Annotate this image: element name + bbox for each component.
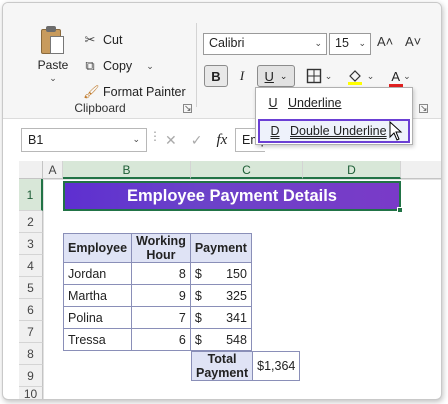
menu-item-label: Double Underline: [290, 124, 387, 138]
decrease-font-size-button[interactable]: A˅: [405, 34, 421, 49]
total-table: Total Payment $1,364: [190, 351, 301, 381]
cancel-icon[interactable]: ✕: [165, 132, 177, 149]
select-all-corner[interactable]: [19, 161, 43, 179]
payment-table: Employee Working Hour Payment Jordan 8 $…: [62, 233, 252, 351]
font-size-select[interactable]: 15 ⌄: [329, 33, 371, 55]
total-value-cell[interactable]: $1,364: [252, 351, 301, 381]
row-header-10[interactable]: 10: [19, 387, 43, 399]
mouse-pointer-icon: [389, 121, 403, 141]
employee-cell[interactable]: Jordan: [62, 262, 133, 285]
table-row: Tressa 6 $548: [62, 328, 252, 351]
chevron-down-icon[interactable]: ⌄: [33, 73, 73, 84]
row-header-8[interactable]: 8: [19, 343, 43, 365]
enter-icon[interactable]: ✓: [191, 132, 203, 149]
column-header-d[interactable]: D: [303, 161, 401, 179]
insert-function-button[interactable]: fx: [216, 132, 227, 149]
dialog-launcher-icon[interactable]: ↘: [419, 104, 428, 113]
copy-button[interactable]: ⧉ Copy ⌄: [83, 53, 186, 79]
row-header-3[interactable]: 3: [19, 233, 43, 255]
formula-buttons: ✕ ✓ fx: [159, 128, 231, 152]
table-row: Jordan 8 $150: [62, 262, 252, 285]
name-box-value: B1: [28, 133, 44, 147]
borders-button[interactable]: ⌄: [303, 65, 335, 87]
increase-font-size-button[interactable]: A˄: [377, 34, 393, 49]
cut-button[interactable]: ✂ Cut: [83, 27, 186, 53]
hours-cell[interactable]: 8: [131, 262, 191, 285]
column-header-c[interactable]: C: [191, 161, 303, 179]
clipboard-commands: ✂ Cut ⧉ Copy ⌄ 🖌 Format Painter: [83, 27, 186, 105]
payment-cell[interactable]: $341: [189, 306, 252, 329]
paste-icon: [40, 25, 66, 55]
chevron-down-icon[interactable]: ⌄: [367, 71, 375, 82]
title-cell[interactable]: Employee Payment Details: [63, 181, 401, 211]
borders-icon: [306, 68, 321, 84]
cut-label: Cut: [103, 33, 123, 47]
underline-icon: U: [264, 68, 274, 84]
row-header-4[interactable]: 4: [19, 255, 43, 277]
paste-button[interactable]: Paste ⌄: [33, 25, 73, 84]
group-divider: [196, 23, 197, 107]
copy-icon: ⧉: [85, 58, 95, 73]
clipboard-group-label: Clipboard: [74, 101, 126, 115]
row-header-2[interactable]: 2: [19, 211, 43, 233]
font-color-button[interactable]: A ⌄: [385, 65, 417, 87]
menu-item-underline[interactable]: U Underline: [258, 91, 410, 115]
chevron-down-icon[interactable]: ⌄: [325, 71, 333, 82]
font-name-value: Calibri: [209, 36, 245, 50]
excel-window: Paste ⌄ ✂ Cut ⧉ Copy ⌄ 🖌 Format Painter …: [2, 2, 442, 400]
column-header-b[interactable]: B: [63, 161, 191, 179]
double-underline-icon: D: [270, 124, 280, 138]
row-header-5[interactable]: 5: [19, 277, 43, 299]
fill-bucket-icon: [347, 70, 362, 85]
bold-button[interactable]: B: [204, 65, 228, 87]
chevron-down-icon: ⌄: [314, 38, 322, 48]
header-payment[interactable]: Payment: [189, 233, 252, 263]
total-row: Total Payment $1,364: [190, 351, 301, 381]
header-employee[interactable]: Employee: [62, 233, 133, 263]
chevron-down-icon: ⌄: [132, 134, 140, 144]
table-header-row: Employee Working Hour Payment: [62, 233, 252, 263]
fill-color-button[interactable]: ⌄: [345, 65, 375, 87]
dialog-launcher-icon[interactable]: ↘: [183, 104, 192, 113]
column-header-a[interactable]: A: [43, 161, 63, 179]
employee-cell[interactable]: Tressa: [62, 328, 133, 351]
row-header-7[interactable]: 7: [19, 321, 43, 343]
payment-cell[interactable]: $150: [189, 262, 252, 285]
chevron-down-icon[interactable]: ⌄: [403, 71, 411, 82]
menu-item-double-underline[interactable]: D Double Underline: [258, 119, 410, 143]
name-box[interactable]: B1 ⌄: [21, 128, 147, 152]
row-header-6[interactable]: 6: [19, 299, 43, 321]
italic-button[interactable]: I: [233, 65, 251, 87]
employee-cell[interactable]: Polina: [62, 306, 133, 329]
column-header-next[interactable]: [401, 161, 441, 179]
menu-item-label: Underline: [288, 96, 342, 110]
chevron-down-icon[interactable]: ⌄: [280, 71, 288, 82]
row-header-1[interactable]: 1: [19, 179, 43, 211]
row-header-9[interactable]: 9: [19, 365, 43, 387]
total-label-cell[interactable]: Total Payment: [190, 351, 254, 381]
payment-cell[interactable]: $325: [189, 284, 252, 307]
chevron-down-icon: ⌄: [358, 38, 366, 48]
payment-cell[interactable]: $548: [189, 328, 252, 351]
hours-cell[interactable]: 6: [131, 328, 191, 351]
chevron-down-icon[interactable]: ⌄: [146, 61, 154, 72]
copy-label: Copy: [103, 59, 133, 73]
table-row: Polina 7 $341: [62, 306, 252, 329]
font-size-value: 15: [335, 36, 349, 50]
hours-cell[interactable]: 9: [131, 284, 191, 307]
employee-cell[interactable]: Martha: [62, 284, 133, 307]
font-name-select[interactable]: Calibri ⌄: [203, 33, 327, 55]
table-row: Martha 9 $325: [62, 284, 252, 307]
hours-cell[interactable]: 7: [131, 306, 191, 329]
font-color-icon: A: [389, 69, 404, 87]
paste-label: Paste: [37, 58, 69, 72]
underline-button[interactable]: U ⌄: [257, 65, 295, 87]
scissors-icon: ✂: [84, 32, 96, 47]
fill-handle[interactable]: [397, 207, 403, 213]
format-painter-label: Format Painter: [103, 85, 186, 99]
paintbrush-icon: 🖌: [83, 84, 100, 99]
underline-icon: U: [268, 96, 278, 110]
header-working-hour[interactable]: Working Hour: [131, 233, 191, 263]
